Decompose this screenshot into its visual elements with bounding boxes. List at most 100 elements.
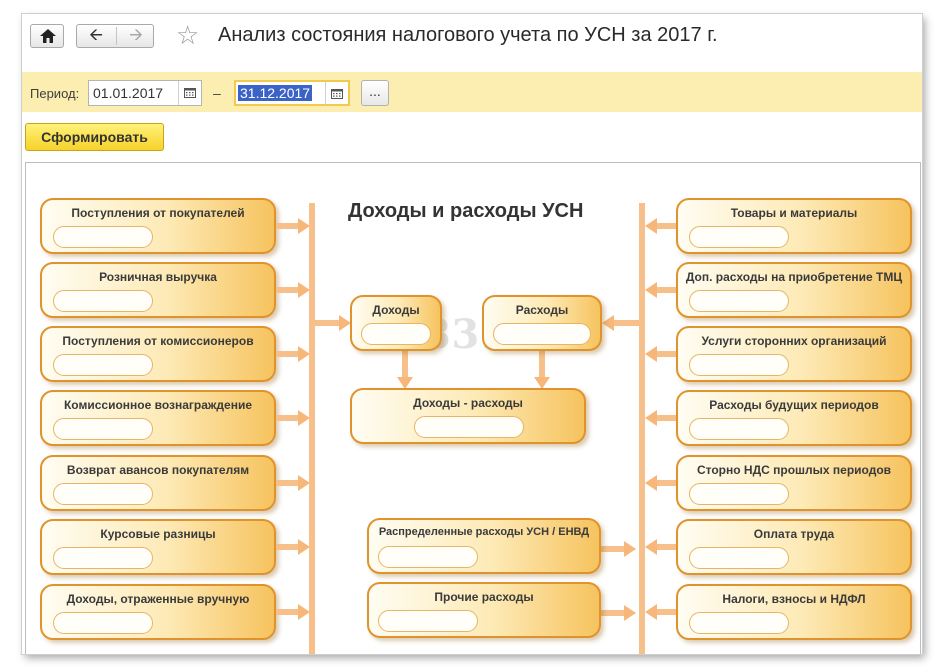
arrow-to-expenses	[602, 315, 614, 331]
star-icon[interactable]: ☆	[176, 22, 199, 48]
expenses-box: Расходы	[482, 295, 602, 351]
report-window: 🡨 🡪 ☆ Анализ состояния налогового учета …	[22, 14, 922, 654]
connector-line	[656, 351, 676, 357]
item-value-field[interactable]	[689, 290, 789, 312]
expenses-label: Расходы	[515, 303, 569, 317]
calendar-icon[interactable]	[178, 81, 201, 105]
income-item-box: Комиссионное вознаграждение	[40, 390, 276, 446]
item-value-field[interactable]	[689, 483, 789, 505]
calendar-icon[interactable]	[325, 82, 348, 106]
income-item-box: Розничная выручка	[40, 262, 276, 318]
expense-item-box: Доп. расходы на приобретение ТМЦ	[676, 262, 912, 318]
period-from-field[interactable]: 01.01.2017	[88, 80, 202, 106]
connector-arrow	[298, 346, 310, 362]
item-value-field[interactable]	[689, 547, 789, 569]
arrow-other	[624, 605, 636, 621]
connector-line	[656, 415, 676, 421]
other-expenses-box: Прочие расходы	[367, 582, 601, 638]
period-label: Период:	[30, 86, 80, 101]
item-value-field[interactable]	[689, 226, 789, 248]
connector-arrow	[298, 539, 310, 555]
connector-line	[656, 544, 676, 550]
income-field[interactable]	[361, 323, 431, 345]
other-expenses-label: Прочие расходы	[434, 590, 534, 604]
income-box: Доходы	[350, 295, 442, 351]
connector-arrow	[298, 282, 310, 298]
item-label: Поступления от комиссионеров	[62, 334, 254, 348]
expenses-field[interactable]	[493, 323, 591, 345]
item-value-field[interactable]	[689, 418, 789, 440]
forward-button[interactable]: 🡪	[117, 25, 155, 47]
item-label: Услуги сторонних организаций	[701, 334, 887, 348]
item-value-field[interactable]	[689, 354, 789, 376]
home-button[interactable]	[30, 24, 64, 48]
connector-arrow	[298, 604, 310, 620]
income-item-box: Курсовые разницы	[40, 519, 276, 575]
distributed-expenses-label: Распределенные расходы УСН / ЕНВД	[378, 526, 590, 538]
income-item-box: Поступления от покупателей	[40, 198, 276, 254]
item-label: Комиссионное вознаграждение	[63, 398, 252, 412]
connector-line	[612, 320, 639, 326]
back-arrow-icon: 🡨	[89, 24, 103, 44]
difference-field[interactable]	[414, 416, 524, 438]
item-label: Доходы, отраженные вручную	[66, 592, 250, 606]
arrow-distributed	[624, 541, 636, 557]
item-label: Товары и материалы	[730, 206, 858, 220]
item-value-field[interactable]	[689, 612, 789, 634]
connector-line	[656, 287, 676, 293]
connector-arrow	[298, 475, 310, 491]
expense-item-box: Товары и материалы	[676, 198, 912, 254]
distributed-expenses-box: Распределенные расходы УСН / ЕНВД	[367, 518, 601, 574]
item-value-field[interactable]	[53, 612, 153, 634]
connector-arrow	[645, 410, 657, 426]
expense-item-box: Оплата труда	[676, 519, 912, 575]
navigation-group: 🡨 🡪	[76, 24, 154, 48]
connector-line	[539, 348, 545, 380]
income-item-box: Возврат авансов покупателям	[40, 455, 276, 511]
expense-item-box: Услуги сторонних организаций	[676, 326, 912, 382]
connector-arrow	[645, 539, 657, 555]
connector-line	[402, 348, 408, 380]
connector-arrow	[298, 410, 310, 426]
income-item-box: Доходы, отраженные вручную	[40, 584, 276, 640]
item-value-field[interactable]	[53, 354, 153, 376]
connector-arrow	[645, 604, 657, 620]
item-label: Налоги, взносы и НДФЛ	[722, 592, 866, 606]
item-value-field[interactable]	[53, 226, 153, 248]
item-label: Сторно НДС прошлых периодов	[696, 463, 892, 477]
select-period-button[interactable]: ...	[361, 80, 389, 106]
connector-arrow	[645, 475, 657, 491]
connector-line	[656, 609, 676, 615]
item-label: Курсовые разницы	[100, 527, 216, 541]
item-value-field[interactable]	[53, 483, 153, 505]
income-item-box: Поступления от комиссионеров	[40, 326, 276, 382]
item-value-field[interactable]	[53, 418, 153, 440]
period-bar: Период: 01.01.2017 – 31.12.2017	[22, 72, 922, 112]
back-button[interactable]: 🡨	[77, 25, 115, 47]
difference-box: Доходы - расходы	[350, 388, 586, 444]
item-value-field[interactable]	[53, 547, 153, 569]
item-label: Расходы будущих периодов	[709, 398, 879, 412]
item-label: Оплата труда	[753, 527, 835, 541]
connector-line	[656, 480, 676, 486]
item-label: Розничная выручка	[99, 270, 217, 284]
connector-arrow	[645, 346, 657, 362]
period-to-field[interactable]: 31.12.2017	[234, 80, 350, 106]
income-label: Доходы	[372, 303, 420, 317]
item-value-field[interactable]	[53, 290, 153, 312]
other-expenses-field[interactable]	[378, 610, 478, 632]
difference-label: Доходы - расходы	[413, 396, 523, 410]
connector-line	[656, 223, 676, 229]
item-label: Поступления от покупателей	[71, 206, 245, 220]
item-label: Доп. расходы на приобретение ТМЦ	[685, 270, 903, 284]
item-label: Возврат авансов покупателям	[66, 463, 250, 477]
home-icon	[40, 29, 56, 43]
expense-item-box: Расходы будущих периодов	[676, 390, 912, 446]
generate-button[interactable]: Сформировать	[25, 123, 164, 151]
right-bus-line	[639, 203, 645, 654]
expense-item-box: Налоги, взносы и НДФЛ	[676, 584, 912, 640]
forward-arrow-icon: 🡪	[129, 24, 143, 44]
period-to-value: 31.12.2017	[238, 85, 313, 101]
report-area: Доходы и расходы УСН 1S83.info Поступлен…	[25, 162, 921, 654]
distributed-expenses-field[interactable]	[378, 546, 478, 568]
